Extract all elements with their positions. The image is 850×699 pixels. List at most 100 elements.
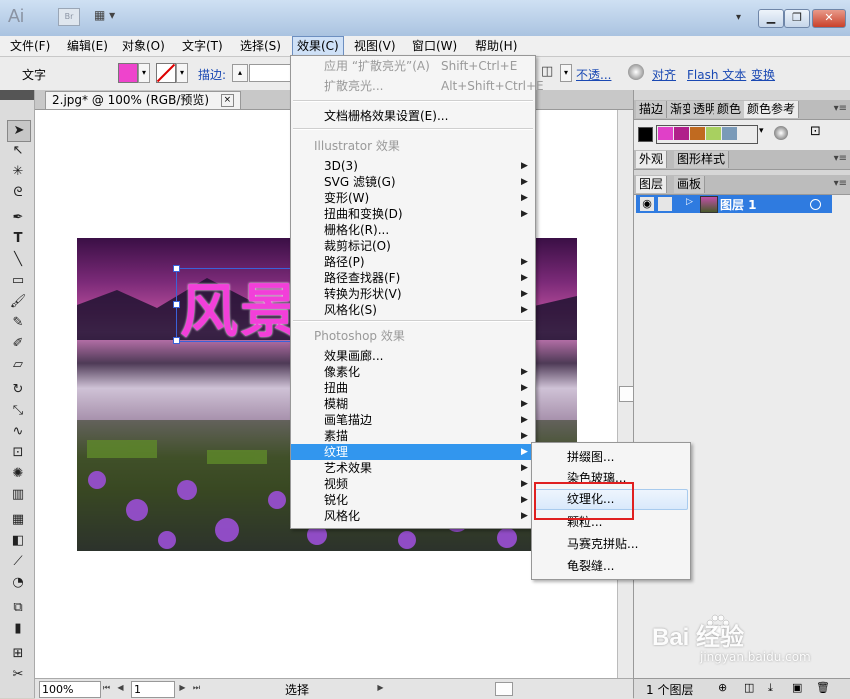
fill-color-swatch[interactable] xyxy=(118,63,138,83)
minimize-button[interactable]: ▁ xyxy=(758,9,784,28)
harmony-dropdown-icon[interactable]: ▾ xyxy=(759,126,764,136)
document-tab[interactable]: 2.jpg* @ 100% (RGB/预览) × xyxy=(45,91,241,109)
lock-toggle[interactable] xyxy=(658,197,672,211)
mesh-tool-icon[interactable]: ▦ xyxy=(7,510,29,530)
selection-tool-icon[interactable]: ➤ xyxy=(7,120,31,142)
texture-submenu-item[interactable]: 拼缀图... xyxy=(532,447,690,467)
last-artboard-icon[interactable]: ⏭ xyxy=(191,682,202,694)
effect-menu-item[interactable]: 变形(W) ▶ xyxy=(291,190,535,206)
workspace-dropdown-icon[interactable]: ▾ xyxy=(736,12,741,23)
free-transform-tool-icon[interactable]: ⊡ xyxy=(7,443,29,463)
effect-menu-item[interactable]: 裁剪标记(O) xyxy=(291,238,535,254)
pen-tool-icon[interactable]: ✒ xyxy=(7,208,29,228)
tab-graphic-styles[interactable]: 图形样式 xyxy=(674,151,730,168)
eyedropper-tool-icon[interactable]: ⟋ xyxy=(7,552,29,572)
close-tab-icon[interactable]: × xyxy=(220,94,234,107)
stroke-weight-label[interactable]: 描边: xyxy=(198,66,226,83)
effect-menu-item[interactable]: 文档栅格效果设置(E)... xyxy=(291,108,535,124)
vertical-scroll-thumb[interactable] xyxy=(619,386,634,402)
effect-menu-item[interactable]: 像素化 ▶ xyxy=(291,364,535,380)
status-text[interactable]: 选择 xyxy=(285,681,309,698)
effect-menu-item[interactable]: 素描 ▶ xyxy=(291,428,535,444)
opacity-link[interactable]: 不透... xyxy=(576,66,611,83)
bbox-handle[interactable] xyxy=(173,265,180,272)
effect-menu-item[interactable]: 画笔描边 ▶ xyxy=(291,412,535,428)
visibility-eye-icon[interactable]: ◉ xyxy=(640,197,654,211)
line-tool-icon[interactable]: ╲ xyxy=(7,250,29,270)
direct-selection-tool-icon[interactable]: ↖ xyxy=(7,141,29,161)
symbol-sprayer-tool-icon[interactable]: ✺ xyxy=(7,464,29,484)
base-color-swatch[interactable] xyxy=(638,127,653,142)
bbox-handle[interactable] xyxy=(173,337,180,344)
eraser-tool-icon[interactable]: ▱ xyxy=(7,355,29,375)
texture-submenu-item[interactable]: 马赛克拼贴... xyxy=(532,534,690,554)
stroke-stepper[interactable]: ▴ xyxy=(232,64,248,82)
tab-appearance[interactable]: 外观 xyxy=(636,151,668,168)
harmony-swatch[interactable] xyxy=(722,127,737,140)
layer-target-icon[interactable] xyxy=(810,199,821,210)
transform-link[interactable]: 变换 xyxy=(751,66,775,83)
harmony-swatch[interactable] xyxy=(658,127,673,140)
zoom-field[interactable]: 100% xyxy=(39,681,101,698)
bridge-button[interactable]: Br xyxy=(58,8,80,26)
artboard-tool-icon[interactable]: ⊞ xyxy=(7,644,29,664)
locate-object-icon[interactable]: ⊕ xyxy=(718,681,727,694)
panel-menu-icon[interactable]: ▾≡ xyxy=(834,153,847,164)
effect-menu-item[interactable]: 艺术效果 ▶ xyxy=(291,460,535,476)
menu-edit[interactable]: 编辑(E) xyxy=(63,36,112,56)
menu-window[interactable]: 窗口(W) xyxy=(408,36,461,56)
flash-text-link[interactable]: Flash 文本 xyxy=(687,66,746,83)
texture-submenu-item[interactable]: 龟裂缝... xyxy=(532,556,690,576)
effect-menu-item[interactable]: 扭曲 ▶ xyxy=(291,380,535,396)
first-artboard-icon[interactable]: ⏮ xyxy=(101,682,112,694)
type-tool-icon[interactable]: T xyxy=(7,229,29,249)
restore-button[interactable]: ❐ xyxy=(784,9,810,28)
tab-color[interactable]: 颜色 xyxy=(714,101,746,118)
rectangle-tool-icon[interactable]: ▭ xyxy=(7,271,29,291)
effect-menu-item[interactable]: 路径查找器(F) ▶ xyxy=(291,270,535,286)
menu-file[interactable]: 文件(F) xyxy=(6,36,54,56)
effect-menu-item[interactable]: 栅格化(R)... xyxy=(291,222,535,238)
menu-object[interactable]: 对象(O) xyxy=(118,36,169,56)
effect-menu-item[interactable]: 效果画廊... xyxy=(291,348,535,364)
menu-select[interactable]: 选择(S) xyxy=(236,36,285,56)
tab-layers[interactable]: 图层 xyxy=(636,176,668,193)
effect-menu-item[interactable]: 锐化 ▶ xyxy=(291,492,535,508)
status-menu-icon[interactable]: ▶ xyxy=(375,682,386,694)
previous-artboard-icon[interactable]: ◀ xyxy=(115,682,126,694)
gradient-tool-icon[interactable]: ◧ xyxy=(7,531,29,551)
layer-name[interactable]: 图层 1 xyxy=(720,196,757,213)
next-artboard-icon[interactable]: ▶ xyxy=(177,682,188,694)
stroke-dropdown-icon[interactable]: ▾ xyxy=(176,63,188,83)
toolbox-header[interactable] xyxy=(0,90,34,100)
menu-help[interactable]: 帮助(H) xyxy=(471,36,521,56)
effect-menu-item[interactable]: 转换为形状(V) ▶ xyxy=(291,286,535,302)
bbox-handle[interactable] xyxy=(173,301,180,308)
new-layer-icon[interactable]: ▣ xyxy=(792,681,802,694)
tab-artboards[interactable]: 画板 xyxy=(674,176,706,193)
arrange-documents-button[interactable]: ▦ ▾ xyxy=(94,8,126,24)
horizontal-scroll-thumb[interactable] xyxy=(495,682,513,696)
artboard-number-field[interactable]: 1 xyxy=(131,681,175,698)
effect-menu-item[interactable]: 模糊 ▶ xyxy=(291,396,535,412)
magic-wand-tool-icon[interactable]: ✳ xyxy=(7,162,29,182)
slice-tool-icon[interactable]: ✂ xyxy=(7,665,29,685)
vertical-scrollbar[interactable] xyxy=(617,110,634,678)
menu-effect[interactable]: 效果(C) xyxy=(292,36,344,56)
panel-menu-icon[interactable]: ▾≡ xyxy=(834,178,847,189)
layer-row[interactable]: ◉ ▷ 图层 1 xyxy=(636,195,832,213)
align-link[interactable]: 对齐 xyxy=(652,66,676,83)
tab-stroke[interactable]: 描边 xyxy=(636,101,668,118)
make-clipping-mask-icon[interactable]: ◫ xyxy=(744,681,754,694)
column-graph-tool-icon[interactable]: ▮ xyxy=(7,619,29,639)
stroke-color-swatch[interactable] xyxy=(156,63,176,83)
fill-dropdown-icon[interactable]: ▾ xyxy=(138,63,150,83)
close-button[interactable]: ✕ xyxy=(812,9,846,28)
panel-menu-icon[interactable]: ▾≡ xyxy=(834,103,847,114)
menu-view[interactable]: 视图(V) xyxy=(350,36,400,56)
graph-tool-icon[interactable]: ▥ xyxy=(7,485,29,505)
blend-tool-icon[interactable]: ◔ xyxy=(7,573,29,593)
paintbrush-tool-icon[interactable]: 🖌 xyxy=(7,292,29,312)
symbol-tool-icon[interactable]: ⧉ xyxy=(7,598,29,618)
recolor-artwork-icon[interactable] xyxy=(628,64,644,80)
